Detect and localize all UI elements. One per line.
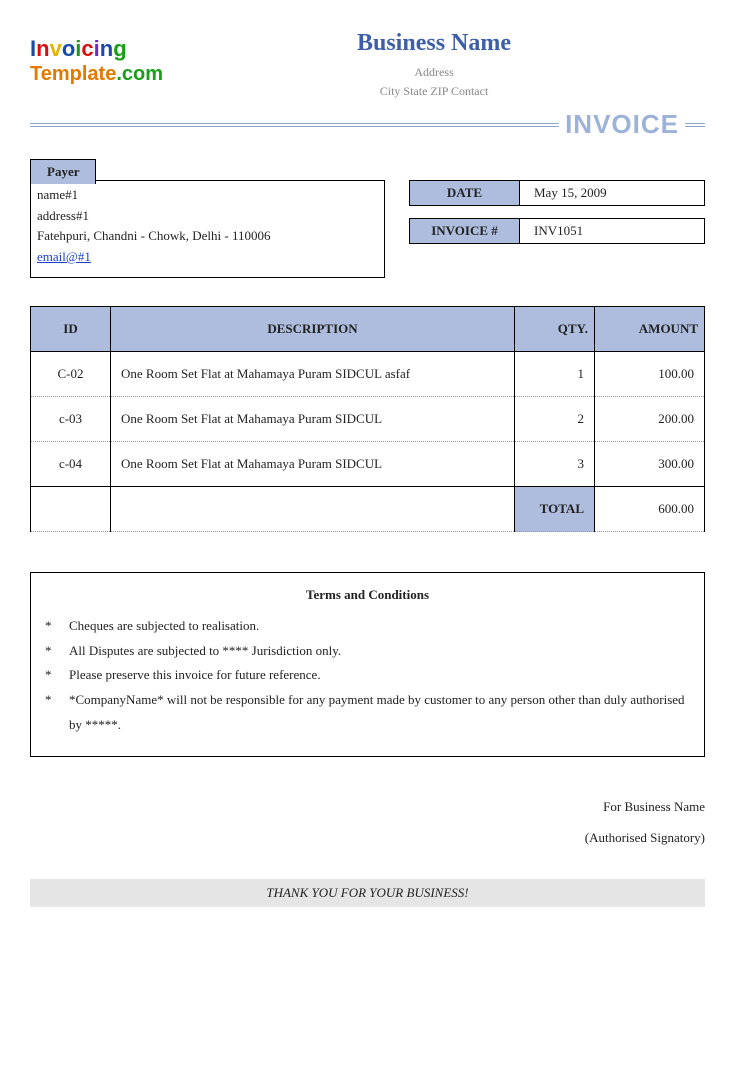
logo-line1: Invoicing bbox=[30, 36, 163, 61]
footer-bar: THANK YOU FOR YOUR BUSINESS! bbox=[30, 879, 705, 907]
meta-inv-label: INVOICE # bbox=[410, 219, 520, 243]
info-row: Payer name#1 address#1 Fatehpuri, Chandn… bbox=[30, 180, 705, 278]
invoice-title: INVOICE bbox=[559, 109, 685, 140]
col-id: ID bbox=[31, 307, 111, 352]
cell-qty: 1 bbox=[515, 352, 595, 397]
total-label: TOTAL bbox=[515, 487, 595, 532]
signature-role: (Authorised Signatory) bbox=[30, 822, 705, 853]
cell-id: c-03 bbox=[31, 397, 111, 442]
table-row: c-03 One Room Set Flat at Mahamaya Puram… bbox=[31, 397, 705, 442]
terms-title: Terms and Conditions bbox=[45, 583, 690, 608]
signature-for: For Business Name bbox=[30, 791, 705, 822]
terms-line: * All Disputes are subjected to **** Jur… bbox=[45, 639, 690, 664]
cell-amt: 300.00 bbox=[595, 442, 705, 487]
business-name: Business Name bbox=[163, 30, 705, 57]
col-desc: DESCRIPTION bbox=[111, 307, 515, 352]
cell-desc: One Room Set Flat at Mahamaya Puram SIDC… bbox=[111, 397, 515, 442]
col-qty: QTY. bbox=[515, 307, 595, 352]
payer-addr: address#1 bbox=[37, 206, 378, 226]
logo-template: Template bbox=[30, 63, 116, 85]
payer-body: name#1 address#1 Fatehpuri, Chandni - Ch… bbox=[31, 181, 384, 277]
meta-inv-row: INVOICE # INV1051 bbox=[409, 218, 705, 244]
terms-line: * *CompanyName* will not be responsible … bbox=[45, 688, 690, 737]
header: Invoicing Template.com Business Name Add… bbox=[30, 30, 705, 101]
payer-tab: Payer bbox=[30, 159, 96, 184]
terms-bullet: * bbox=[45, 663, 69, 688]
meta-date-label: DATE bbox=[410, 181, 520, 205]
logo-dotcom: .com bbox=[116, 63, 163, 85]
logo: Invoicing Template.com bbox=[30, 30, 163, 86]
meta-date-row: DATE May 15, 2009 bbox=[409, 180, 705, 206]
logo-line2: Template.com bbox=[30, 63, 163, 86]
items-header-row: ID DESCRIPTION QTY. AMOUNT bbox=[31, 307, 705, 352]
payer-email[interactable]: email@#1 bbox=[37, 249, 91, 264]
meta-date-value: May 15, 2009 bbox=[520, 181, 704, 205]
business-city-line: City State ZIP Contact bbox=[163, 82, 705, 101]
cell-amt: 200.00 bbox=[595, 397, 705, 442]
items-table: ID DESCRIPTION QTY. AMOUNT C-02 One Room… bbox=[30, 306, 705, 532]
divider: INVOICE bbox=[30, 109, 705, 140]
cell-desc: One Room Set Flat at Mahamaya Puram SIDC… bbox=[111, 352, 515, 397]
table-row: C-02 One Room Set Flat at Mahamaya Puram… bbox=[31, 352, 705, 397]
signature-block: For Business Name (Authorised Signatory) bbox=[30, 791, 705, 853]
terms-text: *CompanyName* will not be responsible fo… bbox=[69, 688, 690, 737]
terms-text: Cheques are subjected to realisation. bbox=[69, 614, 259, 639]
business-block: Business Name Address City State ZIP Con… bbox=[163, 30, 705, 101]
business-address: Address bbox=[163, 63, 705, 82]
total-value: 600.00 bbox=[595, 487, 705, 532]
cell-id: C-02 bbox=[31, 352, 111, 397]
cell-qty: 2 bbox=[515, 397, 595, 442]
payer-box: Payer name#1 address#1 Fatehpuri, Chandn… bbox=[30, 180, 385, 278]
cell-amt: 100.00 bbox=[595, 352, 705, 397]
terms-box: Terms and Conditions * Cheques are subje… bbox=[30, 572, 705, 756]
payer-name: name#1 bbox=[37, 185, 378, 205]
terms-bullet: * bbox=[45, 614, 69, 639]
terms-bullet: * bbox=[45, 639, 69, 664]
cell-qty: 3 bbox=[515, 442, 595, 487]
meta-boxes: DATE May 15, 2009 INVOICE # INV1051 bbox=[409, 180, 705, 256]
cell-id: c-04 bbox=[31, 442, 111, 487]
table-row: c-04 One Room Set Flat at Mahamaya Puram… bbox=[31, 442, 705, 487]
terms-line: * Please preserve this invoice for futur… bbox=[45, 663, 690, 688]
terms-line: * Cheques are subjected to realisation. bbox=[45, 614, 690, 639]
terms-text: Please preserve this invoice for future … bbox=[69, 663, 321, 688]
meta-inv-value: INV1051 bbox=[520, 219, 704, 243]
terms-bullet: * bbox=[45, 688, 69, 737]
terms-text: All Disputes are subjected to **** Juris… bbox=[69, 639, 341, 664]
cell-desc: One Room Set Flat at Mahamaya Puram SIDC… bbox=[111, 442, 515, 487]
total-row: TOTAL 600.00 bbox=[31, 487, 705, 532]
divider-left bbox=[30, 123, 559, 127]
divider-right bbox=[685, 123, 705, 127]
payer-city: Fatehpuri, Chandni - Chowk, Delhi - 1100… bbox=[37, 226, 378, 246]
col-amt: AMOUNT bbox=[595, 307, 705, 352]
